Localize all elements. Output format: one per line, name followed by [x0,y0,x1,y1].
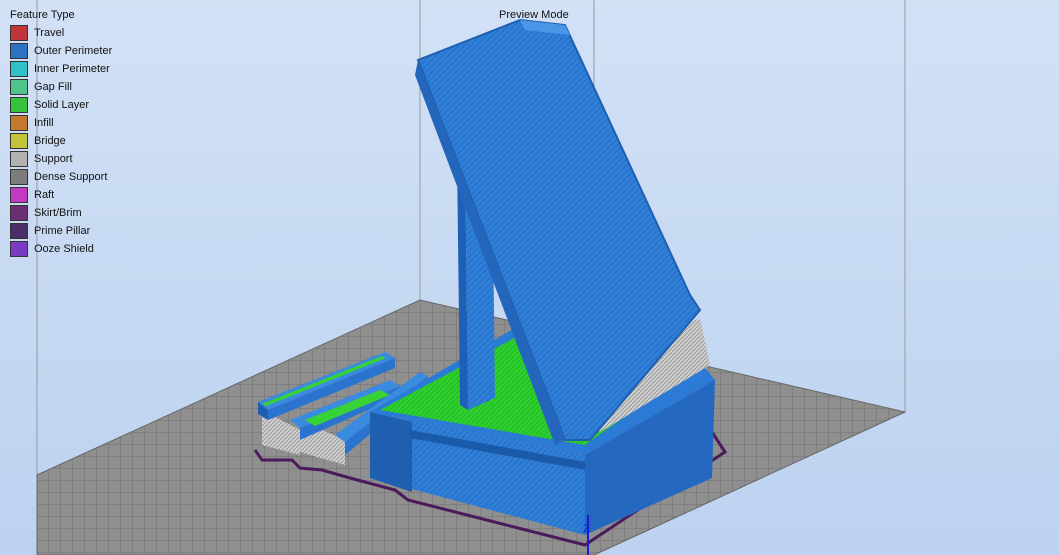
legend-item-raft[interactable]: Raft [10,186,75,204]
legend-label: Ooze Shield [34,243,94,255]
legend-swatch [10,43,28,59]
legend-item-dense-support[interactable]: Dense Support [10,168,107,186]
legend-swatch [10,115,28,131]
legend-item-infill[interactable]: Infill [10,114,75,132]
legend-label: Raft [34,189,55,201]
legend-label: Prime Pillar [34,225,91,237]
legend-item-travel[interactable]: Travel [10,24,75,42]
legend-label: Outer Perimeter [34,45,113,57]
legend-label: Travel [34,27,65,39]
legend-swatch [10,241,28,257]
legend-item-gap-fill[interactable]: Gap Fill [10,78,75,96]
legend-swatch [10,97,28,113]
legend-item-support[interactable]: Support [10,150,75,168]
legend-title: Feature Type [10,9,75,21]
legend-swatch [10,187,28,203]
legend-item-inner-perimeter[interactable]: Inner Perimeter [10,60,110,78]
legend-label: Skirt/Brim [34,207,82,219]
legend-swatch [10,25,28,41]
legend-item-bridge[interactable]: Bridge [10,132,75,150]
legend-label: Gap Fill [34,81,72,93]
legend-label: Bridge [34,135,66,147]
legend-item-solid-layer[interactable]: Solid Layer [10,96,89,114]
legend-item-outer-perimeter[interactable]: Outer Perimeter [10,42,112,60]
legend-item-ooze-shield[interactable]: Ooze Shield [10,240,94,258]
legend-swatch [10,61,28,77]
legend-label: Inner Perimeter [34,63,110,75]
legend-label: Solid Layer [34,99,90,111]
z-axis-label: Z [583,523,590,535]
legend-item-prime-pillar[interactable]: Prime Pillar [10,222,90,240]
legend-swatch [10,79,28,95]
legend-label: Dense Support [34,171,108,183]
legend-swatch [10,151,28,167]
legend-item-skirt-brim[interactable]: Skirt/Brim [10,204,82,222]
legend-swatch [10,205,28,221]
legend-label: Infill [34,117,54,129]
feature-type-legend: Feature Type Travel Outer Perimeter Inner … [10,9,112,258]
preview-scene[interactable]: Z [0,0,1059,555]
legend-swatch [10,133,28,149]
legend-label: Support [34,153,73,165]
legend-swatch [10,169,28,185]
legend-swatch [10,223,28,239]
preview-mode-label: Preview Mode [499,9,569,21]
3d-preview-viewport[interactable]: Z Preview Mode Feature Type Travel Outer … [0,0,1059,555]
